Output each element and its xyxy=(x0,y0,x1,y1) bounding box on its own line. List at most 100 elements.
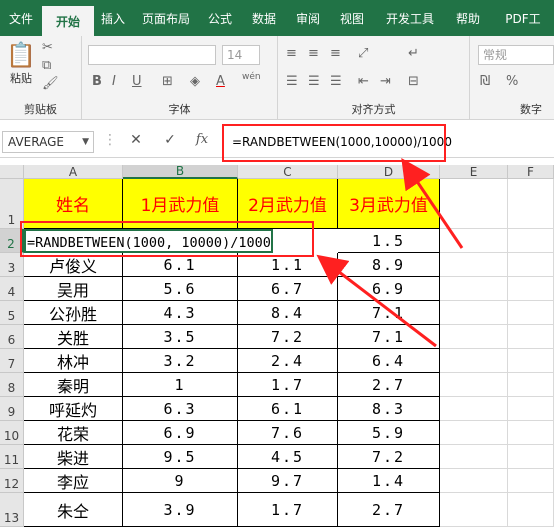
copy-icon[interactable]: ⧉ xyxy=(42,58,51,74)
value-cell[interactable]: 3.5 xyxy=(123,325,238,349)
value-cell[interactable] xyxy=(508,301,554,325)
value-cell[interactable]: 9 xyxy=(123,469,238,493)
tab-review[interactable]: 审阅 xyxy=(288,0,328,36)
percent-icon[interactable]: % xyxy=(506,74,518,90)
value-cell[interactable] xyxy=(440,349,508,373)
value-cell[interactable]: 5.9 xyxy=(338,421,440,445)
paste-label[interactable]: 粘贴 xyxy=(10,70,32,86)
fill-color-icon[interactable]: ◈ xyxy=(190,74,200,90)
cell-f2[interactable] xyxy=(508,229,554,253)
border-icon[interactable]: ⊞ xyxy=(162,74,173,90)
enter-icon[interactable]: ✓ xyxy=(160,132,180,148)
insert-function-icon[interactable]: fx xyxy=(192,132,212,147)
value-cell[interactable]: 7.6 xyxy=(238,421,338,445)
cell-e1[interactable] xyxy=(440,179,508,229)
name-cell[interactable]: 柴进 xyxy=(24,445,123,469)
align-middle-icon[interactable]: ≡ xyxy=(308,46,319,62)
value-cell[interactable] xyxy=(440,469,508,493)
value-cell[interactable]: 2.7 xyxy=(338,493,440,527)
row-header[interactable]: 10 xyxy=(0,421,24,445)
value-cell[interactable]: 6.4 xyxy=(338,349,440,373)
cell-e2[interactable] xyxy=(440,229,508,253)
value-cell[interactable]: 2.4 xyxy=(238,349,338,373)
cancel-icon[interactable]: ✕ xyxy=(126,132,146,148)
value-cell[interactable] xyxy=(440,277,508,301)
name-cell[interactable]: 吴用 xyxy=(24,277,123,301)
value-cell[interactable]: 3.2 xyxy=(123,349,238,373)
name-cell[interactable]: 秦明 xyxy=(24,373,123,397)
value-cell[interactable]: 7.2 xyxy=(338,445,440,469)
name-cell[interactable]: 花荣 xyxy=(24,421,123,445)
value-cell[interactable] xyxy=(508,469,554,493)
value-cell[interactable]: 1 xyxy=(123,373,238,397)
format-painter-icon[interactable]: 🖌 xyxy=(42,76,59,92)
value-cell[interactable]: 7.1 xyxy=(338,325,440,349)
tab-file[interactable]: 文件 xyxy=(0,0,42,36)
value-cell[interactable] xyxy=(440,253,508,277)
value-cell[interactable] xyxy=(508,397,554,421)
value-cell[interactable]: 6.1 xyxy=(238,397,338,421)
cell-d2[interactable]: 1.5 xyxy=(338,229,440,253)
cell-f1[interactable] xyxy=(508,179,554,229)
merge-center-icon[interactable]: ⊟ xyxy=(408,74,419,90)
align-top-icon[interactable]: ≡ xyxy=(286,46,297,62)
value-cell[interactable] xyxy=(440,493,508,527)
column-header-b[interactable]: B xyxy=(123,164,238,179)
row-header[interactable]: 4 xyxy=(0,277,24,301)
value-cell[interactable] xyxy=(508,373,554,397)
value-cell[interactable]: 1.4 xyxy=(338,469,440,493)
value-cell[interactable] xyxy=(440,301,508,325)
align-center-icon[interactable]: ☰ xyxy=(308,74,320,90)
tab-data[interactable]: 数据 xyxy=(240,0,288,36)
tab-page-layout[interactable]: 页面布局 xyxy=(132,0,200,36)
row-header[interactable]: 12 xyxy=(0,469,24,493)
value-cell[interactable]: 8.4 xyxy=(238,301,338,325)
value-cell[interactable]: 9.7 xyxy=(238,469,338,493)
font-name-dropdown[interactable] xyxy=(88,45,216,65)
underline-icon[interactable]: U xyxy=(132,74,142,90)
name-cell[interactable]: 朱仝 xyxy=(24,493,123,527)
value-cell[interactable]: 6.3 xyxy=(123,397,238,421)
value-cell[interactable]: 8.9 xyxy=(338,253,440,277)
value-cell[interactable]: 2.7 xyxy=(338,373,440,397)
name-cell[interactable]: 呼延灼 xyxy=(24,397,123,421)
number-format-dropdown[interactable]: 常规 xyxy=(478,45,554,65)
italic-icon[interactable]: I xyxy=(112,74,116,90)
column-header-d[interactable]: D xyxy=(338,165,440,179)
row-header[interactable]: 8 xyxy=(0,373,24,397)
paste-icon[interactable]: 📋 xyxy=(6,42,36,68)
font-size-dropdown[interactable]: 14 xyxy=(222,45,260,65)
value-cell[interactable]: 4.3 xyxy=(123,301,238,325)
value-cell[interactable] xyxy=(508,493,554,527)
column-header-e[interactable]: E xyxy=(440,165,508,179)
row-header[interactable]: 7 xyxy=(0,349,24,373)
row-header[interactable]: 5 xyxy=(0,301,24,325)
tab-home[interactable]: 开始 xyxy=(42,6,94,36)
indent-increase-icon[interactable]: ⇥ xyxy=(380,74,391,90)
name-cell[interactable]: 李应 xyxy=(24,469,123,493)
row-header[interactable]: 9 xyxy=(0,397,24,421)
tab-view[interactable]: 视图 xyxy=(328,0,376,36)
value-cell[interactable]: 1.7 xyxy=(238,373,338,397)
tab-help[interactable]: 帮助 xyxy=(444,0,492,36)
font-color-icon[interactable]: A xyxy=(216,74,225,90)
orientation-icon[interactable]: ⤢ xyxy=(358,46,368,62)
value-cell[interactable]: 3.9 xyxy=(123,493,238,527)
cut-icon[interactable]: ✂ xyxy=(42,40,53,56)
value-cell[interactable]: 5.6 xyxy=(123,277,238,301)
row-header[interactable]: 6 xyxy=(0,325,24,349)
value-cell[interactable] xyxy=(440,325,508,349)
tab-formulas[interactable]: 公式 xyxy=(200,0,240,36)
wrap-text-icon[interactable]: ↵ xyxy=(408,46,419,62)
row-header[interactable]: 11 xyxy=(0,445,24,469)
row-header[interactable]: 13 xyxy=(0,493,24,527)
indent-decrease-icon[interactable]: ⇤ xyxy=(358,74,369,90)
tab-pdf[interactable]: PDF工 xyxy=(492,0,554,36)
tab-insert[interactable]: 插入 xyxy=(94,0,132,36)
value-cell[interactable] xyxy=(508,325,554,349)
value-cell[interactable] xyxy=(508,349,554,373)
name-cell[interactable]: 林冲 xyxy=(24,349,123,373)
name-box[interactable]: AVERAGE ▼ xyxy=(2,131,94,153)
value-cell[interactable] xyxy=(508,445,554,469)
value-cell[interactable]: 1.7 xyxy=(238,493,338,527)
